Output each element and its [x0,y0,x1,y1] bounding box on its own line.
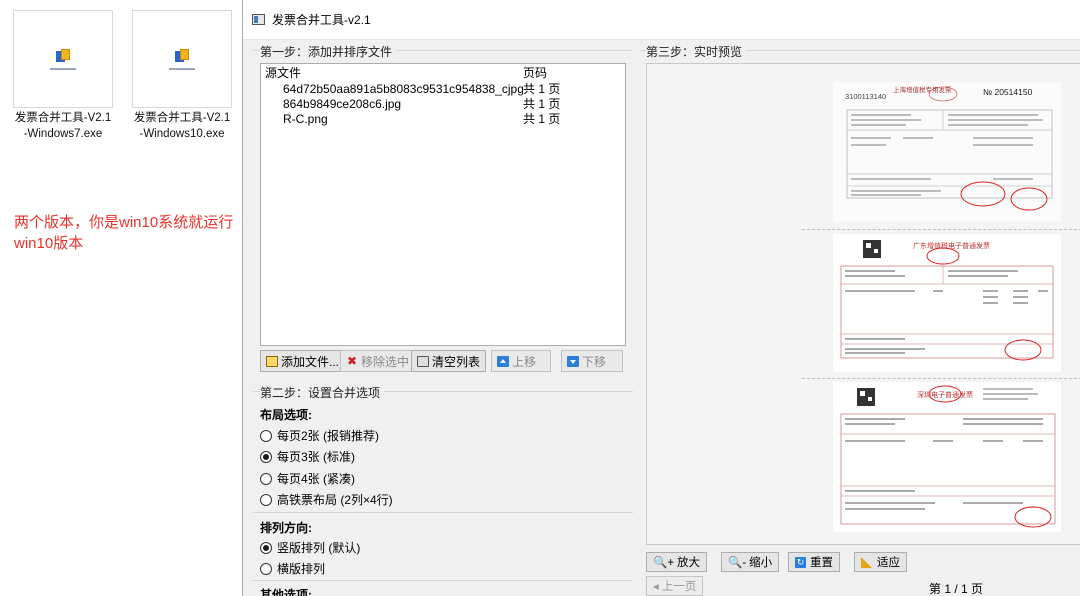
move-down-button[interactable]: 下移 [561,350,623,372]
radio-label: 每页2张 (报销推荐) [277,429,380,443]
clear-list-button[interactable]: 清空列表 [411,350,487,372]
title-bar[interactable]: 发票合并工具-v2.1 [243,0,1080,40]
preview-pane[interactable]: 3100113140 上海增值税专用发票 № 20514150 广东增值税电子普… [646,63,1080,545]
remove-selected-button[interactable]: ✖ 移除选中 [340,350,416,372]
step2-title: 第二步：设置合并选项 [260,384,385,401]
prev-page-button[interactable]: ◂ 上一页 [646,576,704,596]
radio-circle-checked [260,450,272,463]
radio-label: 高铁票布局 (2列×4行) [277,493,393,507]
zoom-in-icon: 🔍+ [653,557,675,569]
invoice-heading: 广东增值税电子普通发票 [913,241,990,250]
app-exe-icon [132,10,232,108]
file-pages: 共 1 页 [523,112,561,126]
file-row[interactable]: 64d72b50aa891a5b8083c9531c954838_cjpg 共 … [261,82,625,97]
trash-icon [417,355,429,367]
app-exe-icon [13,10,113,108]
reset-label: 重置 [810,557,833,569]
folder-icon [266,355,278,367]
annotation-note: 两个版本，你是win10系统就运行win10版本 [14,214,234,252]
file-name: R-C.png [283,112,328,126]
radio-circle-checked [260,541,272,554]
fit-label: 适应 [877,557,900,569]
invoice-image: 深圳电子普通发票 [833,382,1061,532]
invoice-preview-1: 3100113140 上海增值税专用发票 № 20514150 [833,82,1061,222]
radio-label: 每页3张 (标准) [277,450,356,464]
move-up-label: 上移 [512,354,537,369]
zoom-in-label: 放大 [677,557,701,569]
refresh-icon: ↻ [795,556,806,568]
arrow-left-icon: ◂ [653,581,659,593]
remove-selected-label: 移除选中 [361,354,410,369]
column-source[interactable]: 源文件 [265,64,523,82]
invoice-heading: 上海增值税专用发票 [893,85,952,94]
invoice-preview-3: 深圳电子普通发票 [833,382,1061,532]
file-list[interactable]: 源文件 页码 64d72b50aa891a5b8083c9531c954838_… [260,63,626,346]
move-up-button[interactable]: 上移 [491,350,551,372]
app-icon [252,14,265,25]
step1-title: 第一步：添加并排序文件 [260,43,397,60]
file-list-header: 源文件 页码 [261,64,625,82]
file-row[interactable]: 864b9849ce208c6.jpg 共 1 页 [261,97,625,112]
radio-layout-3[interactable]: 每页3张 (标准) [260,448,355,465]
clear-list-label: 清空列表 [432,354,481,369]
radio-direction-horizontal[interactable]: 横版排列 [260,560,325,577]
zoom-out-label: 缩小 [749,557,773,569]
invoice-image: 3100113140 上海增值税专用发票 № 20514150 [833,82,1061,222]
invoice-code: 3100113140 [845,92,886,101]
radio-layout-4[interactable]: 每页4张 (紧凑) [260,470,355,487]
invoice-preview-2: 广东增值税电子普通发票 [833,234,1061,372]
radio-label: 每页4张 (紧凑) [277,472,356,486]
invoice-heading: 深圳电子普通发票 [917,390,973,399]
add-file-button[interactable]: 添加文件... [260,350,346,372]
radio-circle [260,562,272,575]
desktop-icon-label: 发票合并工具-V2.1-Windows7.exe [14,112,112,140]
file-name: 64d72b50aa891a5b8083c9531c954838_cjpg [283,82,523,96]
radio-label: 竖版排列 (默认) [277,541,361,555]
close-icon: ✖ [346,353,358,368]
arrow-down-icon [567,355,579,367]
radio-layout-train[interactable]: 高铁票布局 (2列×4行) [260,491,393,508]
file-pages: 共 1 页 [523,82,561,96]
zoom-in-button[interactable]: 🔍+ 放大 [646,552,708,572]
ruler-icon [861,556,872,568]
desktop-icon-label: 发票合并工具-V2.1-Windows10.exe [133,112,231,140]
file-name: 864b9849ce208c6.jpg [283,97,402,111]
file-pages: 共 1 页 [523,97,561,111]
step3-title: 第三步：实时预览 [646,43,747,60]
radio-circle [260,472,272,485]
column-pages[interactable]: 页码 [523,64,547,82]
file-row[interactable]: R-C.png 共 1 页 [261,112,625,127]
move-down-label: 下移 [582,354,607,369]
zoom-out-icon: 🔍- [728,557,747,569]
layout-options-label: 布局选项: [260,408,312,422]
app-window: 发票合并工具-v2.1 第一步：添加并排序文件 源文件 页码 64d72b50a… [242,0,1080,596]
window-title: 发票合并工具-v2.1 [272,13,371,27]
add-file-label: 添加文件... [281,354,340,369]
invoice-number: № 20514150 [983,87,1033,97]
desktop-icon-win10[interactable]: 发票合并工具-V2.1-Windows10.exe [132,10,232,142]
radio-label: 横版排列 [277,562,326,576]
radio-layout-2[interactable]: 每页2张 (报销推荐) [260,427,379,444]
invoice-image: 广东增值税电子普通发票 [833,234,1061,372]
radio-circle [260,429,272,442]
desktop-icon-win7[interactable]: 发票合并工具-V2.1-Windows7.exe [13,10,113,142]
direction-label: 排列方向: [260,521,312,535]
prev-page-label: 上一页 [661,581,697,593]
reset-button[interactable]: ↻ 重置 [788,552,840,572]
other-options-label: 其他选项: [260,588,312,596]
arrow-up-icon [497,355,509,367]
fit-button[interactable]: 适应 [854,552,907,572]
zoom-out-button[interactable]: 🔍- 缩小 [721,552,780,572]
page-indicator: 第 1 / 1 页 [929,582,984,596]
radio-direction-vertical[interactable]: 竖版排列 (默认) [260,539,360,556]
radio-circle [260,493,272,506]
